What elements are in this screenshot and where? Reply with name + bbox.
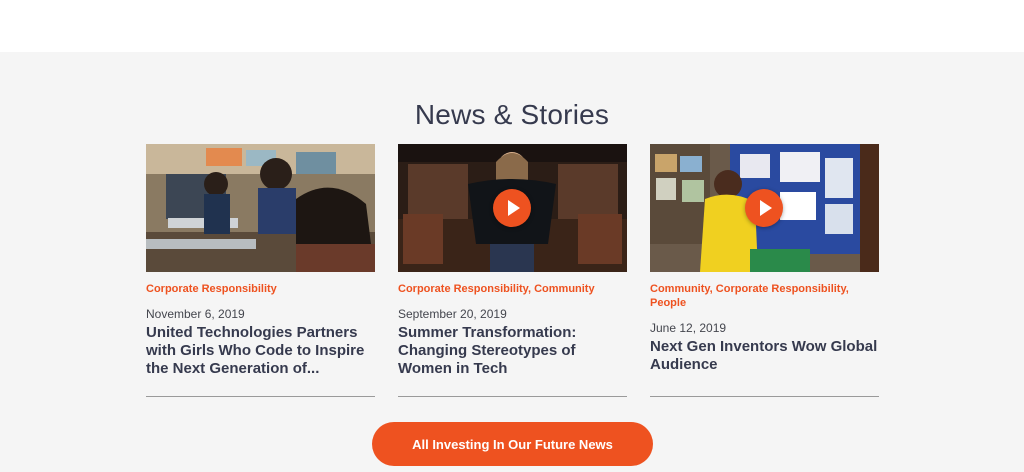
card-image-classroom[interactable] [146,144,375,272]
card-tags[interactable]: Corporate Responsibility, Community [398,282,627,296]
card-divider [650,396,879,397]
classroom-photo [146,144,375,272]
news-card[interactable]: Corporate Responsibility November 6, 201… [146,144,375,397]
card-date: November 6, 2019 [146,307,245,321]
card-divider [146,396,375,397]
card-image-video[interactable] [398,144,627,272]
card-title-link[interactable]: United Technologies Partners with Girls … [146,324,375,378]
news-card[interactable]: Community, Corporate Responsibility, Peo… [650,144,879,397]
section-title: News & Stories [414,99,610,130]
card-date: September 20, 2019 [398,307,507,321]
play-icon[interactable] [493,189,531,227]
card-title-link[interactable]: Next Gen Inventors Wow Global Audience [650,338,879,374]
news-stories-section: News & Stories Corporate Responsibility … [0,52,1024,472]
card-image-video[interactable] [650,144,879,272]
news-card[interactable]: Corporate Responsibility, Community Sept… [398,144,627,397]
card-divider [398,396,627,397]
play-icon[interactable] [745,189,783,227]
all-news-button[interactable]: All Investing In Our Future News [372,422,653,466]
card-title-link[interactable]: Summer Transformation: Changing Stereoty… [398,324,627,378]
card-tags[interactable]: Community, Corporate Responsibility, Peo… [650,282,879,310]
card-tags[interactable]: Corporate Responsibility [146,282,375,296]
top-header-band [0,0,1024,52]
card-date: June 12, 2019 [650,321,727,335]
